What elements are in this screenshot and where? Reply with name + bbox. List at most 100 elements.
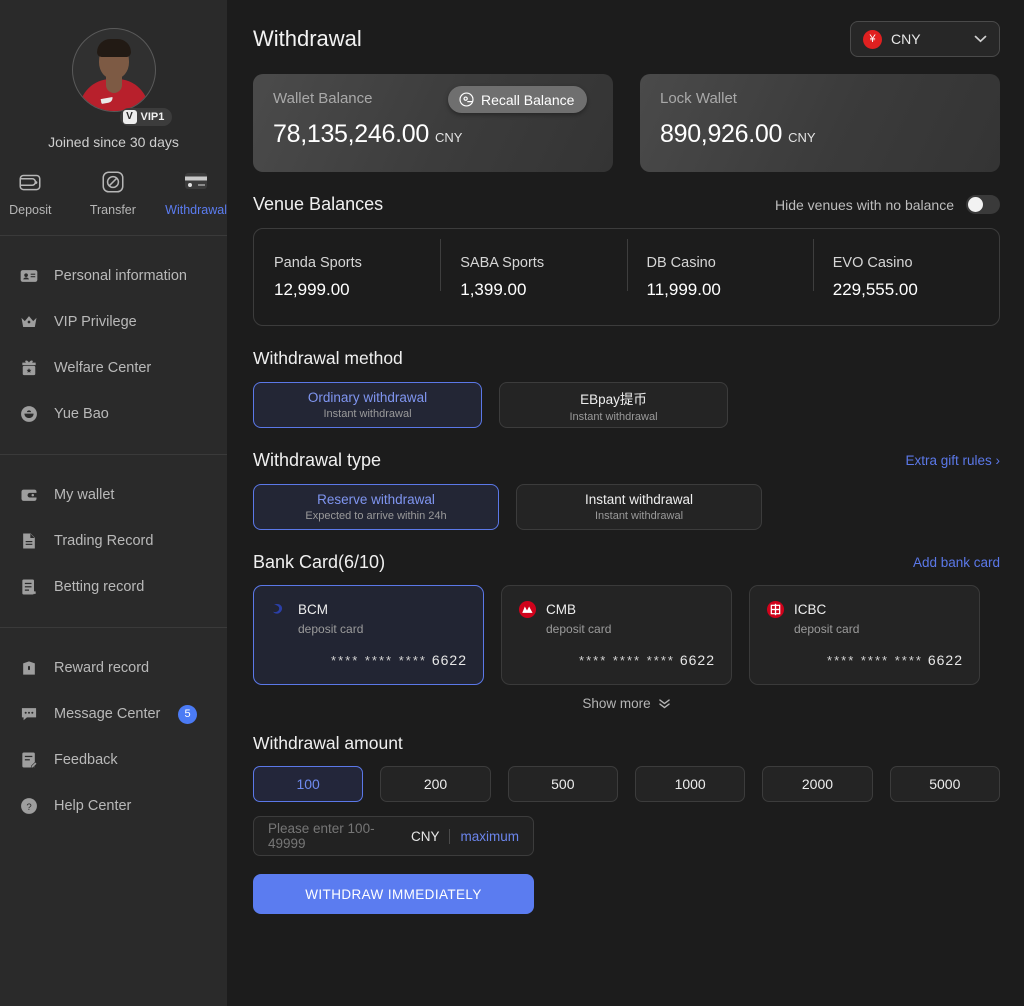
method-option-ordinary[interactable]: Ordinary withdrawal Instant withdrawal [253,382,482,428]
recall-balance-button[interactable]: Recall Balance [448,86,588,113]
sidebar-item-yue-bao[interactable]: Yue Bao [0,394,227,434]
profile-block: V VIP1 Joined since 30 days [0,0,227,150]
withdrawal-method-title: Withdrawal method [253,348,403,368]
recall-icon [458,91,475,108]
vip-mark-icon: V [122,110,137,124]
amount-chip-500[interactable]: 500 [507,766,618,802]
sidebar-item-label: Personal information [54,268,187,284]
sidebar-item-betting-record[interactable]: Betting record [0,567,227,607]
sidebar-item-label: VIP Privilege [54,314,137,330]
sidebar-item-reward-record[interactable]: Reward record [0,648,227,688]
bank-card-bcm[interactable]: BCM deposit card **** **** **** 6622 [253,585,484,685]
venue-balances-box: Panda Sports 12,999.00 SABA Sports 1,399… [253,228,1000,326]
sidebar-item-label: Betting record [54,579,145,595]
venue-value: 12,999.00 [274,279,350,299]
bank-card-name: ICBC [794,602,827,617]
bank-card-name: BCM [298,602,328,617]
sidebar-item-help-center[interactable]: ? Help Center [0,786,227,826]
app-root: V VIP1 Joined since 30 days Deposit Tran… [0,0,1024,1006]
quick-action-withdrawal[interactable]: Withdrawal [165,168,227,217]
quick-action-deposit[interactable]: Deposit [0,168,61,217]
sidebar-item-trading-record[interactable]: Trading Record [0,521,227,561]
bank-card-type: deposit card [298,622,364,636]
quick-actions: Deposit Transfer Withdrawal [0,168,227,235]
sidebar: V VIP1 Joined since 30 days Deposit Tran… [0,0,227,1006]
currency-selector[interactable]: ¥ CNY [850,21,1000,57]
method-option-ebpay[interactable]: EBpay提币 Instant withdrawal [499,382,728,428]
amount-input-wrap[interactable]: Please enter 100-49999 CNY maximum [253,816,534,856]
bank-card-number: **** **** **** 6622 [270,652,467,668]
avatar[interactable] [71,28,156,112]
venue-balances-header: Venue Balances Hide venues with no balan… [253,194,1000,215]
reward-box-icon [18,657,40,679]
venue-item: SABA Sports 1,399.00 [440,238,626,300]
sidebar-item-label: Message Center [54,706,161,722]
bank-card-top: CMB [518,600,715,619]
amount-chip-1000[interactable]: 1000 [634,766,746,802]
amount-chip-100[interactable]: 100 [253,766,364,802]
help-circle-icon: ? [18,795,40,817]
lock-wallet-label: Lock Wallet [660,90,737,107]
bank-card-number: **** **** **** 6622 [766,652,963,668]
sidebar-item-feedback[interactable]: Feedback [0,740,227,780]
sidebar-item-message-center[interactable]: Message Center 5 [0,694,227,734]
sidebar-item-personal-information[interactable]: Personal information [0,256,227,296]
sidebar-item-label: Yue Bao [54,406,109,422]
lock-wallet-currency: CNY [788,130,816,145]
amount-chip-200[interactable]: 200 [380,766,491,802]
id-card-icon [18,265,40,287]
cny-flag-icon: ¥ [863,29,882,49]
bank-card-title: Bank Card(6/10) [253,552,386,572]
amount-maximum-link[interactable]: maximum [460,829,519,844]
sidebar-item-label: Trading Record [54,533,154,549]
hide-venues-control: Hide venues with no balance [775,195,1000,214]
document-icon [18,530,40,552]
sidebar-item-vip-privilege[interactable]: VIP Privilege [0,302,227,342]
quick-action-transfer[interactable]: Transfer [83,168,144,217]
method-option-label: Ordinary withdrawal [307,390,428,405]
toggle-knob [968,197,983,212]
amount-input-separator [449,828,451,844]
venue-name: SABA Sports [460,254,545,271]
crown-icon [18,311,40,333]
show-more-cards-button[interactable]: Show more [253,696,1000,711]
vip-badge[interactable]: V VIP1 [119,108,173,126]
bank-card-top: BCM [270,600,467,619]
method-option-sublabel: Instant withdrawal [323,408,412,420]
type-option-reserve[interactable]: Reserve withdrawal Expected to arrive wi… [253,484,499,530]
withdraw-immediately-button[interactable]: WITHDRAW IMMEDIATELY [253,874,534,914]
show-more-label: Show more [582,696,651,711]
message-unread-badge: 5 [178,704,197,724]
sidebar-item-my-wallet[interactable]: My wallet [0,475,227,515]
bank-card-icbc[interactable]: ICBC deposit card **** **** **** 6622 [749,585,980,685]
wallet-deposit-icon [16,168,44,196]
wallet-icon [18,484,40,506]
venue-name: DB Casino [646,254,716,271]
withdrawal-type-options: Reserve withdrawal Expected to arrive wi… [253,484,1000,530]
sidebar-item-welfare-center[interactable]: Welfare Center [0,348,227,388]
hide-venues-label: Hide venues with no balance [774,196,954,213]
amount-chip-5000[interactable]: 5000 [889,766,1000,802]
bank-card-mask: **** **** **** [579,653,675,668]
hide-venues-toggle[interactable] [966,195,1000,214]
venue-item: Panda Sports 12,999.00 [254,255,440,300]
venue-name: Panda Sports [274,254,362,271]
lock-wallet-card: Lock Wallet 890,926.00 CNY [640,74,1000,172]
bank-card-cmb[interactable]: CMB deposit card **** **** **** 6622 [501,585,732,685]
venue-balances-title: Venue Balances [253,194,384,214]
add-bank-card-link[interactable]: Add bank card [913,555,1000,570]
lock-wallet-amount-row: 890,926.00 CNY [660,120,980,149]
yuebao-icon [18,403,40,425]
withdrawal-amount-title: Withdrawal amount [253,733,403,753]
method-option-sublabel: Instant withdrawal [569,410,658,423]
type-option-instant[interactable]: Instant withdrawal Instant withdrawal [516,484,762,530]
bank-card-number: **** **** **** 6622 [518,652,715,668]
wallet-balance-card: Wallet Balance Recall Balance 78,135,246… [253,74,613,172]
wallet-balance-currency: CNY [434,130,463,145]
icbc-logo-icon [766,600,785,619]
venue-item: DB Casino 11,999.00 [626,238,813,300]
amount-chip-2000[interactable]: 2000 [762,766,873,802]
amount-chips: 100 200 500 1000 2000 5000 [253,766,1000,802]
venue-value: 1,399.00 [460,279,527,299]
extra-gift-rules-link[interactable]: Extra gift rules › [905,453,1000,468]
